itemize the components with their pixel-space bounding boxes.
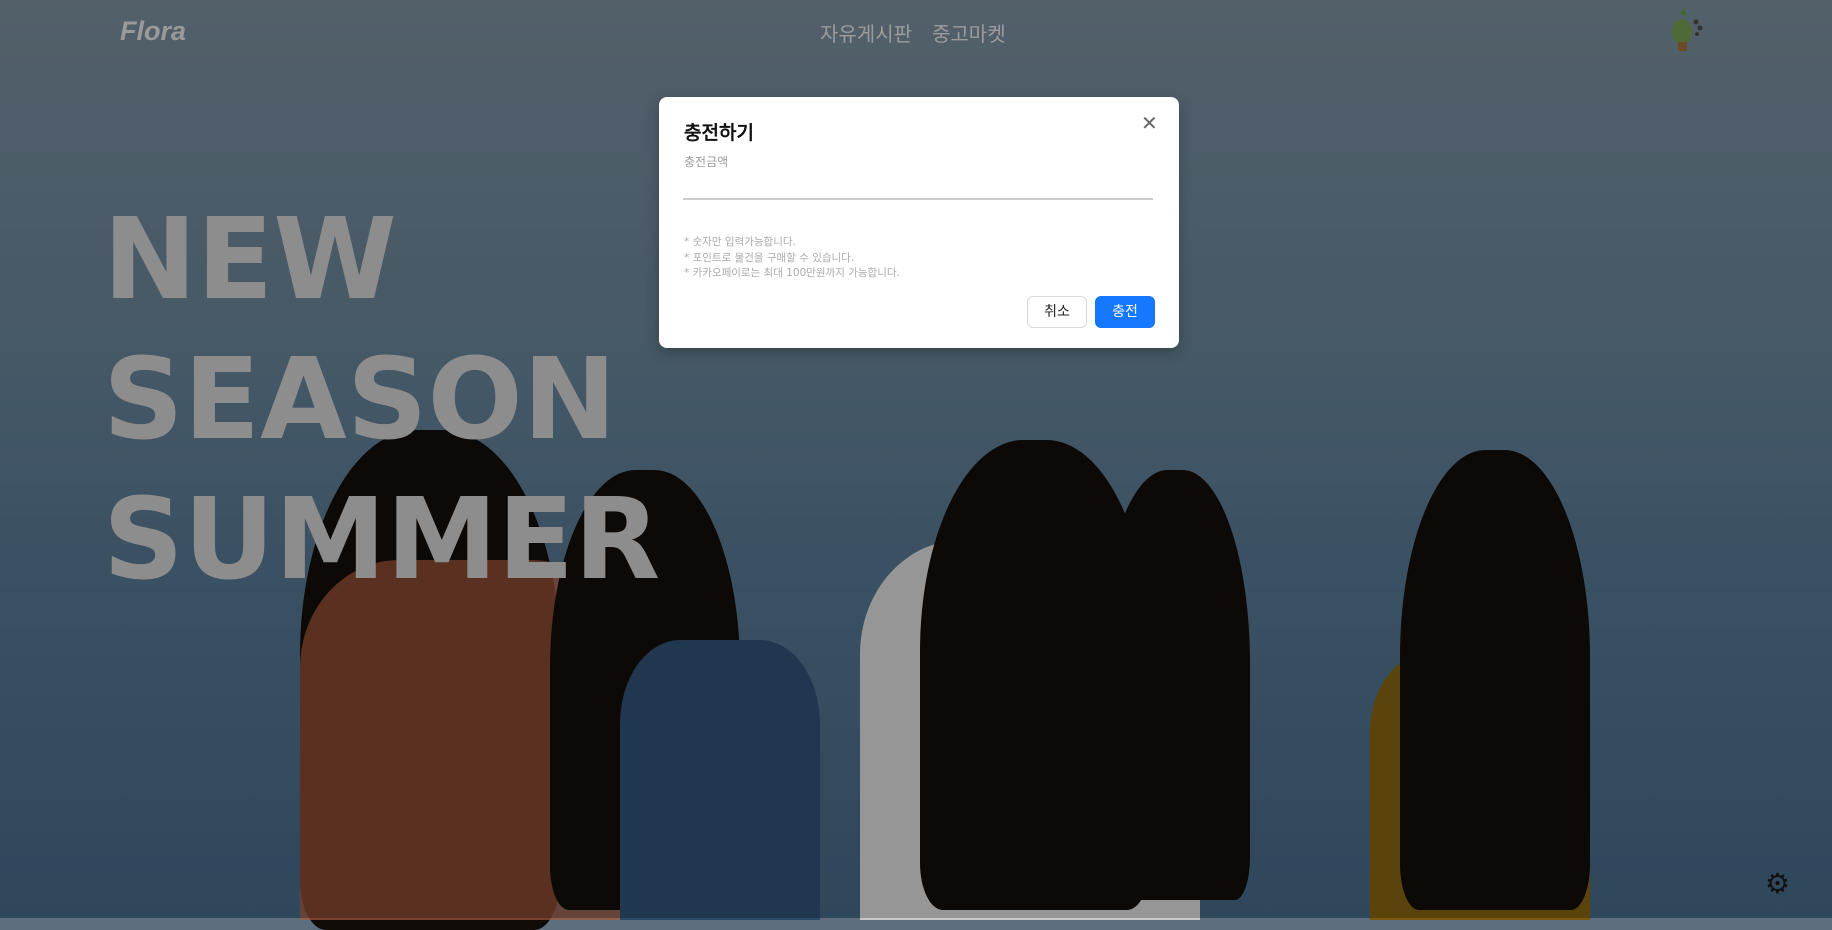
avatar-icon[interactable] [1660, 4, 1710, 54]
settings-gear-icon[interactable]: ⚙ [1765, 870, 1793, 898]
modal-title: 충전하기 [684, 122, 754, 144]
hero-line: SEASON [103, 335, 617, 465]
hero-line: SUMMER [103, 475, 661, 605]
amount-input[interactable] [683, 173, 1153, 200]
close-icon[interactable]: ✕ [1141, 111, 1158, 135]
note-item: * 숫자만 입력가능합니다. [684, 236, 796, 248]
note-item: * 카카오페이로는 최대 100만원까지 가능합니다. [684, 267, 900, 279]
hero-line: NEW [103, 195, 397, 325]
note-item: * 포인트로 물건을 구매할 수 있습니다. [684, 251, 855, 264]
main-nav: 자유게시판 중고마켓 [820, 18, 1006, 47]
charge-button[interactable]: 충전 [1095, 296, 1155, 328]
cancel-button[interactable]: 취소 [1027, 296, 1087, 328]
nav-free-board[interactable]: 자유게시판 [820, 18, 912, 47]
hero-headline: NEW SEASON SUMMER [103, 190, 660, 610]
logo[interactable]: Flora [120, 16, 186, 47]
amount-label: 충전금액 [684, 155, 729, 169]
charge-modal: 충전하기 ✕ 충전금액 * 숫자만 입력가능합니다. * 포인트로 물건을 구매… [659, 97, 1179, 348]
nav-used-market[interactable]: 중고마켓 [932, 18, 1006, 47]
notes-list: * 숫자만 입력가능합니다. * 포인트로 물건을 구매할 수 있습니다. * … [684, 235, 900, 282]
